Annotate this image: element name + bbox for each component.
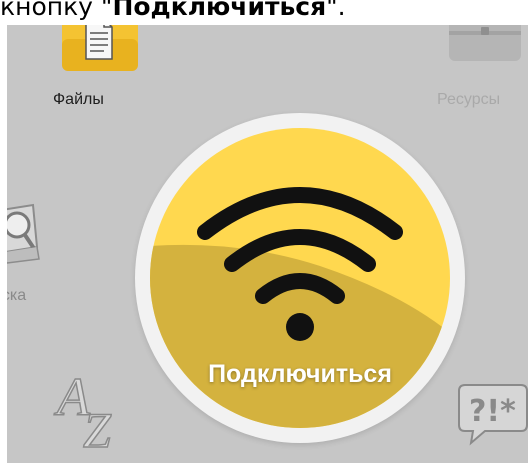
search-app-label: оска <box>7 287 27 304</box>
magnifier-icon[interactable] <box>7 201 45 267</box>
files-app-icon[interactable] <box>62 25 138 71</box>
resources-app-label: Ресурсы <box>437 91 501 108</box>
caption-prefix: кнопку " <box>0 0 113 21</box>
files-app-label: Файлы <box>53 91 104 108</box>
instruction-caption: кнопку "Подключиться". <box>0 0 528 25</box>
question-bubble-icon[interactable]: ?!* <box>455 375 528 449</box>
az-letters-icon[interactable]: A Z <box>53 365 131 459</box>
connect-button-label: Подключиться <box>208 360 392 388</box>
caption-button-name: Подключиться <box>112 0 327 21</box>
connect-button[interactable]: Подключиться <box>135 113 465 443</box>
caption-suffix: ". <box>326 0 346 21</box>
connect-disc[interactable]: Подключиться <box>150 128 450 428</box>
device-screen: Файлы Ресурсы оска A Z ?!* <box>7 25 528 463</box>
svg-text:?!*: ?!* <box>469 394 516 429</box>
svg-text:Z: Z <box>83 402 112 451</box>
briefcase-icon[interactable] <box>449 25 521 61</box>
